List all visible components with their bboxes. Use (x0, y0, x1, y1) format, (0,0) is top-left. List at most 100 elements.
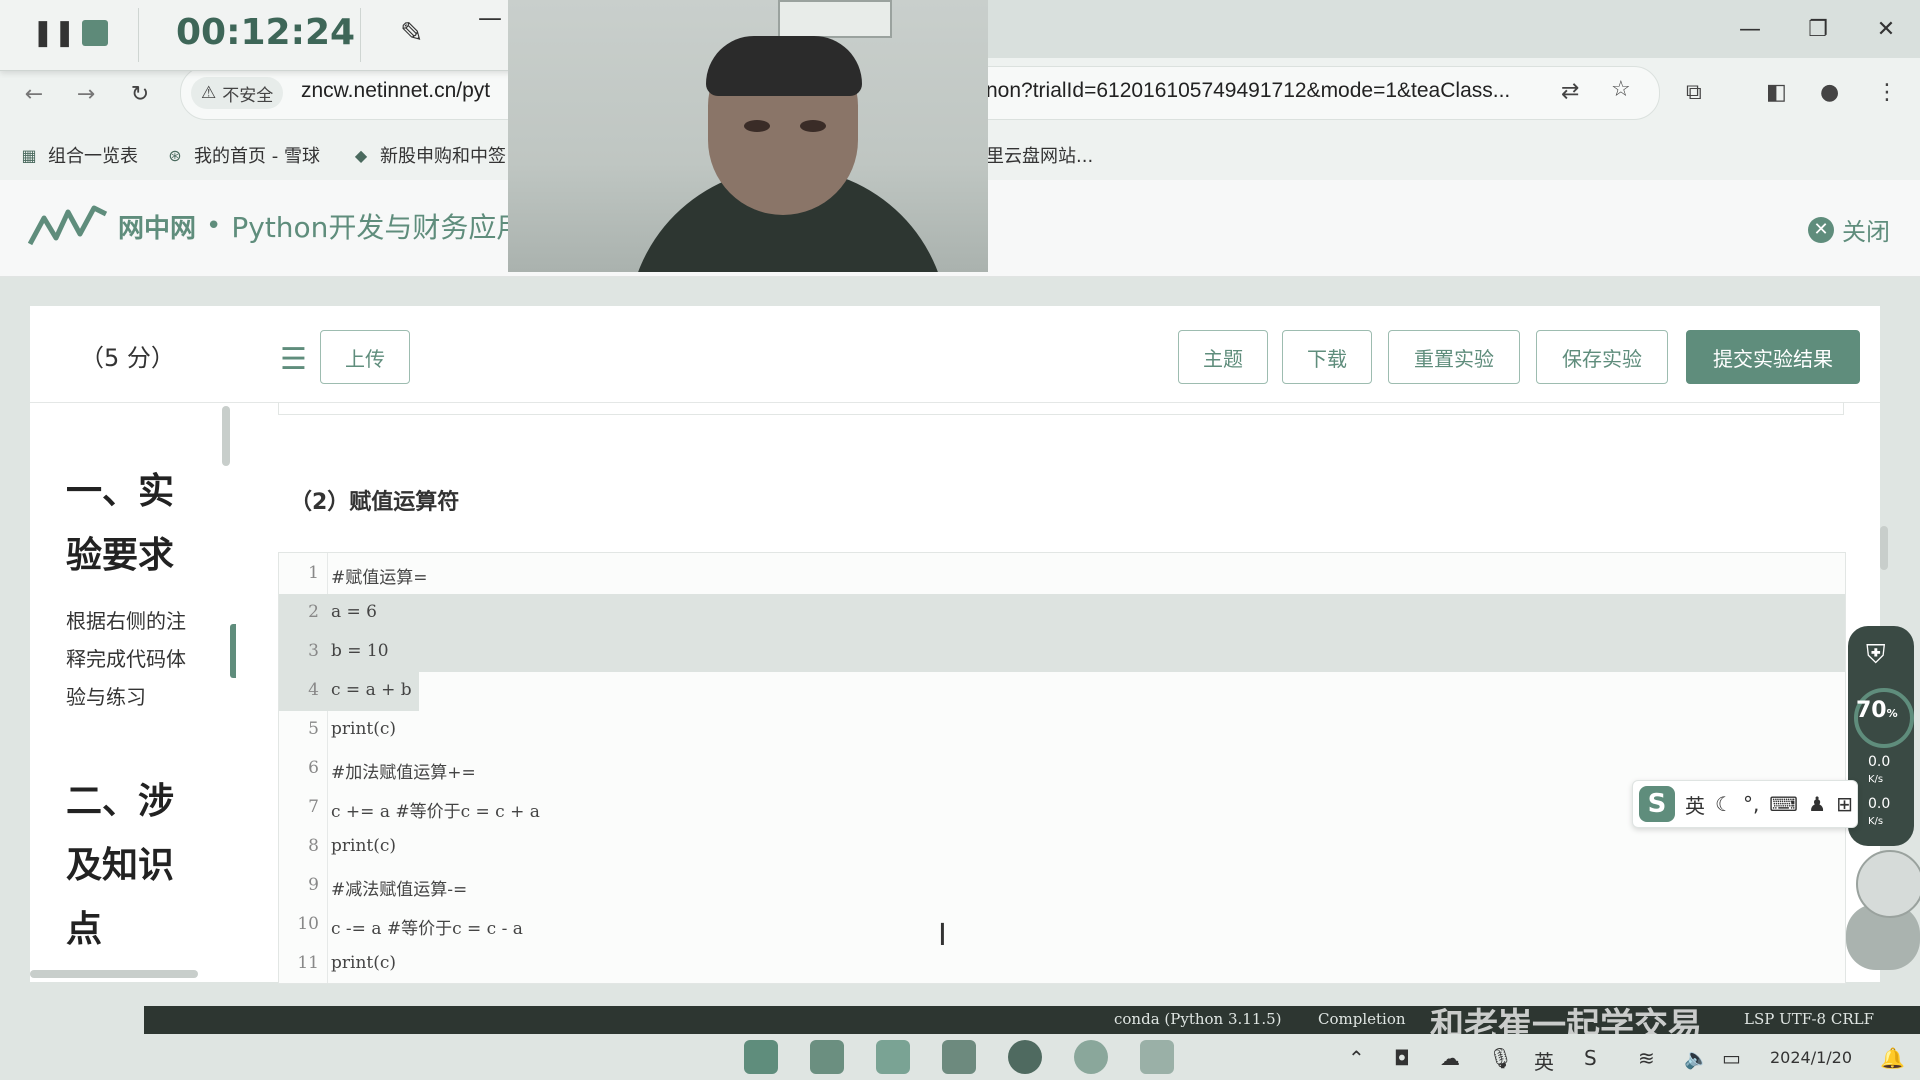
code-line[interactable]: 9 #减法赋值运算-= (279, 867, 1845, 906)
code-line[interactable]: 8 print(c) (279, 828, 1845, 867)
code-line[interactable]: 6 #加法赋值运算+= (279, 750, 1845, 789)
bookmark-label: 组合一览表 (48, 146, 138, 167)
code-line[interactable]: 5 print(c) (279, 711, 1845, 750)
battery-icon[interactable]: ▭ (1722, 1046, 1741, 1070)
close-button[interactable]: ✕ 关闭 (1808, 212, 1890, 247)
moon-icon[interactable]: ☾ (1715, 792, 1733, 816)
sogou-logo-icon: S (1639, 786, 1675, 822)
bookmark-icon: ◆ (354, 145, 368, 165)
code-editor[interactable]: 1 #赋值运算= 2 a = 6 3 b = 10 4 c = a + b 5 print(c) 6… (278, 552, 1846, 984)
snowball-icon: ⊛ (168, 145, 182, 165)
save-experiment-button[interactable]: 保存实验 (1536, 330, 1668, 384)
code-line[interactable]: 7 c += a #等价于c = c + a (279, 789, 1845, 828)
close-icon: ✕ (1808, 216, 1834, 243)
url-text-continued: non?trialId=612016105749491712&mode=1&te… (986, 79, 1511, 102)
tray-ime-icon[interactable]: S (1584, 1046, 1597, 1070)
code-text: c = a + b (331, 680, 412, 700)
speaker-icon[interactable]: 🔈 (1684, 1046, 1709, 1070)
code-line[interactable]: 11 print(c) (279, 945, 1845, 983)
bookmark-item[interactable]: 里云盘网站... (986, 142, 1093, 168)
code-text: #加法赋值运算+= (331, 763, 476, 783)
notification-icon[interactable]: 🔔 (1880, 1046, 1905, 1070)
sidepanel-icon[interactable]: ◧ (1766, 80, 1787, 105)
close-window-button[interactable]: ✕ (1852, 0, 1920, 58)
window-controls: — ❐ ✕ (1716, 0, 1920, 58)
code-text: #减法赋值运算-= (331, 880, 468, 900)
line-number: 1 (308, 563, 319, 583)
app-icon[interactable] (810, 1040, 844, 1074)
app-icon[interactable] (876, 1040, 910, 1074)
translate-icon[interactable]: ⇄ (1561, 79, 1579, 104)
wifi-icon[interactable]: ≋ (1638, 1046, 1655, 1070)
code-line[interactable]: 1 #赋值运算= (279, 555, 1845, 594)
tray-chevron-icon[interactable]: ⌃ (1348, 1046, 1365, 1070)
line-number: 4 (308, 680, 319, 700)
code-line[interactable]: 4 c = a + b (279, 672, 419, 711)
reload-icon[interactable]: ↻ (122, 76, 158, 112)
bookmark-star-icon[interactable]: ☆ (1611, 77, 1631, 102)
code-line[interactable]: 10 c -= a #等价于c = c - a (279, 906, 1845, 945)
pause-icon[interactable]: ❚❚ (32, 18, 76, 48)
section-title: （2）赋值运算符 (290, 490, 460, 515)
app-icon[interactable] (1140, 1040, 1174, 1074)
tray-ime-indicator[interactable]: 英 (1534, 1046, 1554, 1075)
extensions-icon[interactable]: ⧉ (1686, 80, 1702, 105)
forward-icon[interactable]: → (68, 76, 104, 112)
apps-icon[interactable]: ⊞ (1836, 792, 1853, 816)
line-number: 6 (308, 758, 319, 778)
left-scrollbar[interactable] (222, 406, 230, 466)
minimize-recorder-icon[interactable]: — (478, 4, 502, 32)
stop-icon[interactable] (82, 20, 108, 46)
pen-icon[interactable]: ✎ (400, 16, 423, 49)
submit-results-button[interactable]: 提交实验结果 (1686, 330, 1860, 384)
assistant-robot-icon[interactable] (1846, 850, 1920, 970)
status-conda: conda (Python 3.11.5) (1114, 1010, 1282, 1028)
code-text: print(c) (331, 719, 397, 739)
logo-mark-icon (28, 205, 108, 246)
download-speed: 0.0 K/s (1868, 796, 1891, 827)
line-number: 2 (308, 602, 319, 622)
close-label: 关闭 (1842, 218, 1890, 246)
user-icon[interactable]: ♟ (1808, 792, 1826, 816)
code-text: c -= a #等价于c = c - a (331, 919, 523, 939)
reset-experiment-button[interactable]: 重置实验 (1388, 330, 1520, 384)
collapse-sidebar-icon[interactable]: ☰ (280, 342, 307, 377)
code-line[interactable]: 2 a = 6 (279, 594, 1845, 633)
tray-app-icon[interactable]: ◘ (1394, 1046, 1410, 1070)
bookmark-item[interactable]: ◆ 新股申购和中签 (350, 142, 506, 168)
left-horizontal-scrollbar[interactable] (30, 970, 198, 978)
app-icon[interactable] (942, 1040, 976, 1074)
main-scrollbar[interactable] (1880, 526, 1888, 570)
browser-icon[interactable] (1008, 1040, 1042, 1074)
ime-language-toggle[interactable]: 英 (1685, 790, 1705, 819)
upload-button[interactable]: 上传 (320, 330, 410, 384)
divider (30, 402, 236, 403)
bookmark-item[interactable]: ⊛ 我的首页 - 雪球 (164, 142, 320, 168)
line-number: 3 (308, 641, 319, 661)
back-icon[interactable]: ← (16, 76, 52, 112)
start-icon[interactable] (744, 1040, 778, 1074)
code-line[interactable]: 3 b = 10 (279, 633, 1845, 672)
recording-timer: 00:12:24 (176, 12, 356, 53)
mic-icon[interactable]: 🎙 (1488, 1046, 1513, 1070)
tray-date[interactable]: 2024/1/20 (1770, 1048, 1852, 1067)
previous-textarea[interactable] (278, 402, 1844, 415)
download-button[interactable]: 下载 (1282, 330, 1372, 384)
minimize-button[interactable]: — (1716, 0, 1784, 58)
punctuation-icon[interactable]: °, (1743, 792, 1759, 816)
menu-kebab-icon[interactable]: ⋮ (1876, 80, 1898, 105)
profile-icon[interactable]: ● (1820, 80, 1839, 105)
theme-button[interactable]: 主题 (1178, 330, 1268, 384)
bookmark-item[interactable]: ▦ 组合一览表 (18, 142, 138, 168)
app-icon[interactable] (1074, 1040, 1108, 1074)
code-text: print(c) (331, 836, 397, 856)
ime-toolbar[interactable]: S 英 ☾ °, ⌨ ♟ ⊞ (1632, 780, 1858, 828)
security-chip[interactable]: ⚠ 不安全 (191, 77, 284, 109)
main-panel: ☰ 上传 主题 下载 重置实验 保存实验 提交实验结果 （2）赋值运算符 1 #赋… (236, 306, 1880, 984)
webcam-person-eye (800, 120, 826, 132)
restore-button[interactable]: ❐ (1784, 0, 1852, 58)
keyboard-icon[interactable]: ⌨ (1769, 792, 1798, 816)
line-number: 8 (308, 836, 319, 856)
cloud-icon[interactable]: ☁ (1440, 1046, 1460, 1070)
code-text: c += a #等价于c = c + a (331, 802, 540, 822)
